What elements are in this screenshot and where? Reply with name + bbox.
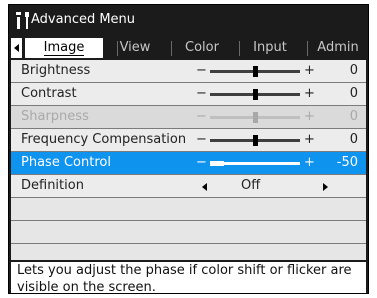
minus-icon: − <box>196 63 207 78</box>
minus-icon: − <box>196 155 207 170</box>
phase-control-label: Phase Control <box>21 155 111 170</box>
title-bar: Advanced Menu <box>9 5 368 35</box>
plus-icon: + <box>304 63 315 78</box>
settings-list: Brightness − + 0 Contrast − + 0 Sharpnes… <box>11 60 366 260</box>
slider-thumb[interactable] <box>253 135 258 146</box>
frequency-compensation-label: Frequency Compensation <box>21 132 187 147</box>
phase-control-slider[interactable]: − + <box>196 152 315 174</box>
minus-icon: − <box>196 132 207 147</box>
contrast-row[interactable]: Contrast − + 0 <box>11 83 366 106</box>
slider-track <box>210 135 300 146</box>
wrench-screwdriver-icon <box>16 12 29 29</box>
sharpness-row: Sharpness − + 0 <box>11 106 366 129</box>
brightness-slider[interactable]: − + <box>196 60 315 82</box>
tab-view-label: View <box>119 40 151 55</box>
phase-control-value: -50 <box>336 155 358 170</box>
contrast-value: 0 <box>349 86 358 101</box>
tab-scroll-left-icon[interactable] <box>11 38 22 58</box>
slider-thumb[interactable] <box>210 161 224 166</box>
arrow-left-icon[interactable] <box>202 183 207 191</box>
tab-image[interactable]: Image <box>25 38 103 58</box>
tab-admin-label: Admin <box>317 40 359 55</box>
brightness-row[interactable]: Brightness − + 0 <box>11 60 366 83</box>
frequency-compensation-row[interactable]: Frequency Compensation − + 0 <box>11 129 366 152</box>
sharpness-slider: − + <box>196 106 315 128</box>
plus-icon: + <box>304 86 315 101</box>
tab-input[interactable]: Input <box>240 38 300 58</box>
window-title: Advanced Menu <box>31 12 136 27</box>
tab-input-label: Input <box>253 40 287 55</box>
help-text: Lets you adjust the phase if color shift… <box>11 262 366 293</box>
tab-divider <box>171 41 172 56</box>
tab-view[interactable]: View <box>106 38 164 58</box>
slider-track <box>210 161 300 166</box>
slider-track <box>210 89 300 100</box>
plus-icon: + <box>304 155 315 170</box>
definition-value: Off <box>241 178 261 193</box>
phase-control-row[interactable]: Phase Control − + -50 <box>11 152 366 175</box>
plus-icon: + <box>304 109 315 124</box>
empty-row <box>11 198 366 221</box>
tab-color[interactable]: Color <box>173 38 231 58</box>
slider-thumb[interactable] <box>253 66 258 77</box>
slider-track <box>210 66 300 77</box>
definition-row[interactable]: Definition Off <box>11 175 366 198</box>
empty-row <box>11 221 366 244</box>
sharpness-value: 0 <box>349 109 358 124</box>
contrast-label: Contrast <box>21 86 77 101</box>
arrow-right-icon[interactable] <box>323 183 328 191</box>
sharpness-label: Sharpness <box>21 109 89 124</box>
slider-thumb <box>253 112 258 123</box>
minus-icon: − <box>196 86 207 101</box>
minus-icon: − <box>196 109 207 124</box>
slider-track <box>210 112 300 123</box>
tab-image-label: Image <box>43 40 85 56</box>
tab-divider <box>307 41 308 56</box>
tab-bar: Image View Color Input Admin <box>11 38 366 58</box>
definition-label: Definition <box>21 178 84 193</box>
tab-color-label: Color <box>185 40 219 55</box>
contrast-slider[interactable]: − + <box>196 83 315 105</box>
empty-row <box>11 244 366 260</box>
plus-icon: + <box>304 132 315 147</box>
tab-admin[interactable]: Admin <box>309 38 367 58</box>
brightness-value: 0 <box>349 63 358 78</box>
advanced-menu-window: Advanced Menu Image View Color Input Adm… <box>8 4 369 294</box>
slider-thumb[interactable] <box>253 89 258 100</box>
frequency-compensation-value: 0 <box>349 132 358 147</box>
frequency-compensation-slider[interactable]: − + <box>196 129 315 151</box>
brightness-label: Brightness <box>21 63 91 78</box>
